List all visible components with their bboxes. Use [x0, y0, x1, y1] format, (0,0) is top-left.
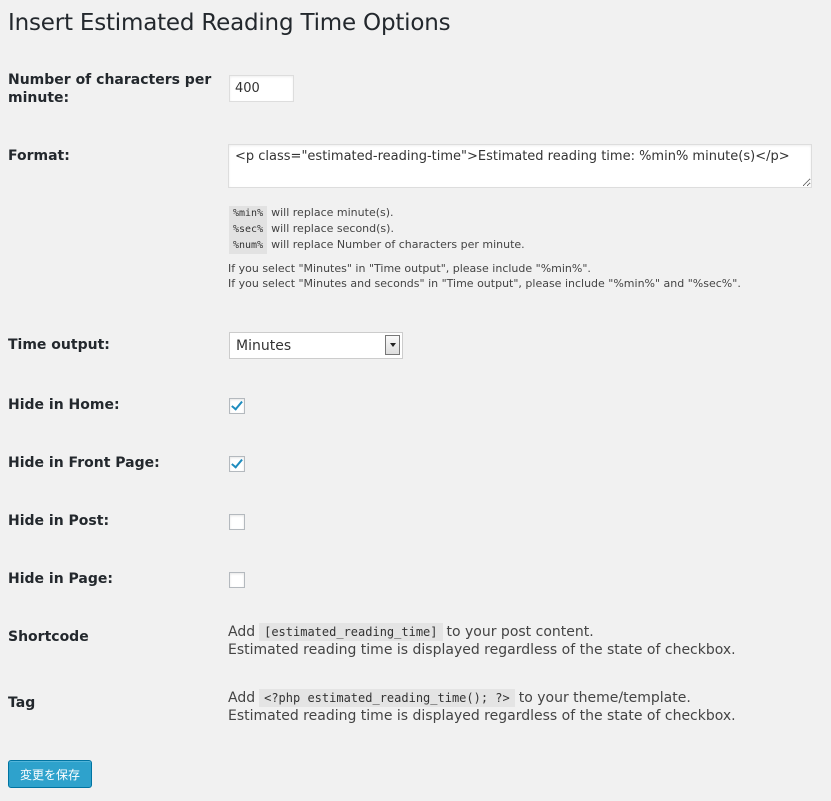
format-notes: If you select "Minutes" in "Time output"…: [228, 261, 741, 291]
shortcode-prefix: Add: [228, 624, 256, 640]
placeholder-row: %sec% will replace second(s).: [229, 221, 525, 238]
placeholder-description: will replace Number of characters per mi…: [271, 238, 525, 251]
tag-info: Add <?php estimated_reading_time(); ?> to …: [228, 689, 736, 725]
format-placeholder-help: %min% will replace minute(s). %sec% will r…: [229, 205, 525, 254]
format-label: Format:: [8, 148, 70, 164]
hide-home-checkbox[interactable]: [229, 398, 245, 414]
shortcode-label: Shortcode: [8, 629, 89, 645]
placeholder-row: %min% will replace minute(s).: [229, 205, 525, 222]
hide-post-label: Hide in Post:: [8, 513, 110, 529]
chars-per-minute-label: Number of characters per minute:: [8, 72, 212, 106]
tag-suffix: to your theme/template.: [518, 690, 691, 706]
format-textarea[interactable]: <p class="estimated-reading-time">Estima…: [228, 144, 812, 188]
shortcode-suffix: to your post content.: [446, 624, 594, 640]
shortcode-instruction: Add [estimated_reading_time] to your post …: [228, 623, 736, 641]
hide-page-label: Hide in Page:: [8, 571, 113, 587]
shortcode-note: Estimated reading time is displayed rega…: [228, 642, 736, 658]
chevron-down-icon: [385, 335, 400, 355]
placeholder-description: will replace second(s).: [271, 222, 394, 235]
placeholder-code: %min%: [229, 206, 268, 222]
tag-code: <?php estimated_reading_time(); ?>: [259, 689, 515, 707]
chars-per-minute-input[interactable]: [229, 75, 294, 102]
time-output-select[interactable]: Minutes: [229, 332, 403, 359]
tag-note: Estimated reading time is displayed rega…: [228, 708, 736, 724]
tag-prefix: Add: [228, 690, 256, 706]
time-output-selected-value: Minutes: [236, 338, 292, 354]
hide-front-page-label: Hide in Front Page:: [8, 455, 160, 471]
hide-post-checkbox[interactable]: [229, 514, 245, 530]
placeholder-description: will replace minute(s).: [271, 206, 394, 219]
hide-front-page-checkbox[interactable]: [229, 456, 245, 472]
hide-page-checkbox[interactable]: [229, 572, 245, 588]
placeholder-row: %num% will replace Number of characters p…: [229, 237, 525, 254]
page-title: Insert Estimated Reading Time Options: [8, 10, 451, 36]
checkmark-icon: [231, 398, 243, 411]
save-changes-button[interactable]: 変更を保存: [8, 760, 92, 788]
shortcode-code: [estimated_reading_time]: [259, 623, 443, 641]
placeholder-code: %sec%: [229, 222, 268, 238]
format-note: If you select "Minutes and seconds" in "…: [228, 277, 741, 290]
hide-home-label: Hide in Home:: [8, 397, 120, 413]
tag-instruction: Add <?php estimated_reading_time(); ?> to …: [228, 689, 736, 707]
time-output-label: Time output:: [8, 337, 110, 353]
shortcode-info: Add [estimated_reading_time] to your post …: [228, 623, 736, 659]
format-note: If you select "Minutes" in "Time output"…: [228, 262, 591, 275]
tag-label: Tag: [8, 695, 36, 711]
checkmark-icon: [231, 456, 243, 469]
placeholder-code: %num%: [229, 238, 268, 254]
